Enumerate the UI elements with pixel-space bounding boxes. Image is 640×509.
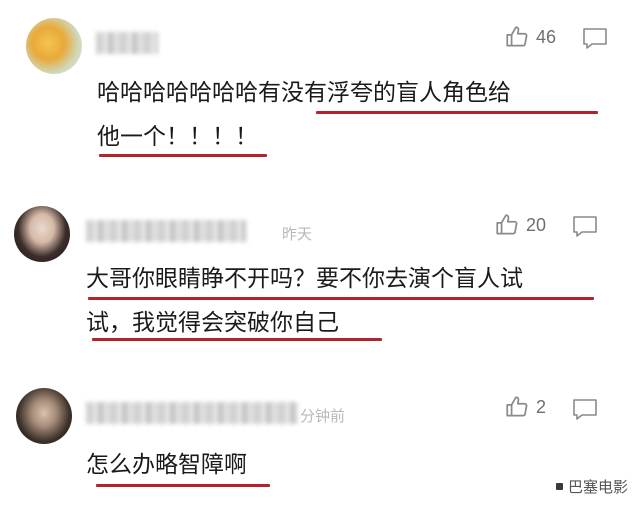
like-control[interactable]: 2: [504, 394, 546, 420]
highlight-underline: [99, 154, 267, 157]
highlight-underline: [88, 297, 594, 300]
highlight-underline: [96, 484, 270, 487]
timestamp: 分钟前: [300, 407, 346, 425]
reply-bubble-icon[interactable]: [572, 215, 598, 239]
thumbs-up-icon[interactable]: [494, 212, 520, 238]
comment-text-line: 试，我觉得会突破你自己: [86, 310, 339, 336]
thumbs-up-icon[interactable]: [504, 394, 530, 420]
comment-text-line: 哈哈哈哈哈哈哈有没有浮夸的盲人角色给: [97, 80, 511, 106]
avatar[interactable]: [16, 388, 72, 444]
watermark-logo-icon: [555, 483, 563, 490]
avatar[interactable]: [26, 18, 82, 74]
like-control[interactable]: 20: [494, 212, 546, 238]
comment-text-line: 大哥你眼睛睁不开吗？要不你去演个盲人试: [86, 266, 523, 292]
watermark-text: 巴塞电影: [567, 478, 628, 496]
like-count: 20: [526, 214, 547, 235]
comment-3: 分钟前 2 怎么办略智障啊: [0, 372, 640, 509]
thumbs-up-icon[interactable]: [504, 24, 530, 50]
like-control[interactable]: 46: [504, 24, 556, 50]
username-blurred[interactable]: [96, 32, 158, 54]
comment-text-line: 怎么办略智障啊: [86, 452, 247, 478]
comment-1: 46 哈哈哈哈哈哈哈有没有浮夸的盲人角色给 他一个！！！！: [0, 0, 640, 170]
username-blurred[interactable]: [86, 402, 298, 424]
timestamp: 昨天: [282, 225, 313, 243]
comment-text-line: 他一个！！！！: [97, 124, 258, 150]
like-count: 46: [536, 26, 557, 47]
highlight-underline: [92, 338, 382, 341]
reply-bubble-icon[interactable]: [572, 398, 598, 422]
watermark: 巴塞电影: [555, 476, 628, 497]
like-count: 2: [536, 396, 547, 417]
highlight-underline: [316, 111, 598, 114]
avatar[interactable]: [14, 206, 70, 262]
comment-2: 昨天 20 大哥你眼睛睁不开吗？要不你去演个盲人试 试，我觉得会突破你自己: [0, 190, 640, 350]
username-blurred[interactable]: [86, 220, 246, 242]
reply-bubble-icon[interactable]: [582, 27, 608, 51]
